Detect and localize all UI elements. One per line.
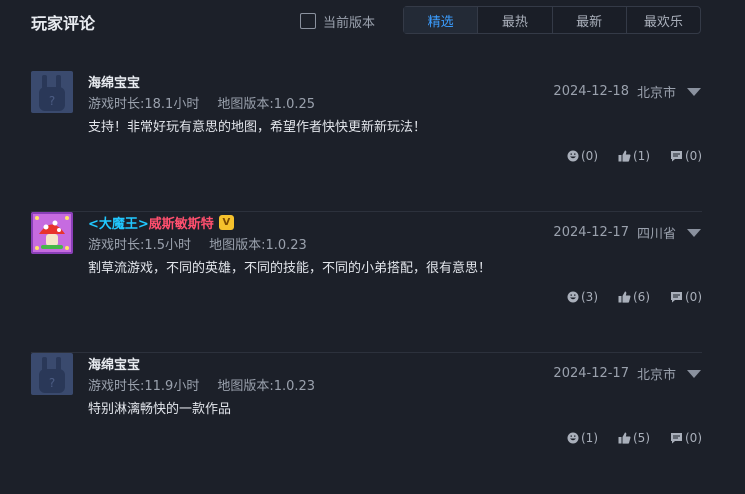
playtime: 游戏时长:1.5小时 — [88, 238, 192, 253]
laugh-button[interactable]: (3) — [567, 290, 598, 304]
comment-stats: (1) (5) (0) — [547, 431, 702, 445]
rabbit-avatar-icon: ? — [31, 71, 73, 113]
user-title: <大魔王> — [88, 216, 149, 232]
laugh-count: (0) — [581, 149, 598, 163]
laugh-icon — [567, 291, 579, 303]
avatar[interactable] — [31, 212, 73, 254]
reply-button[interactable]: (0) — [670, 149, 702, 163]
tab-hottest[interactable]: 最热 — [477, 7, 551, 33]
comment-date: 2024-12-17 — [553, 366, 629, 381]
thumbs-up-icon — [618, 150, 631, 162]
tab-newest[interactable]: 最新 — [551, 7, 626, 33]
tab-funniest[interactable]: 最欢乐 — [625, 7, 700, 33]
map-version: 地图版本:1.0.23 — [217, 379, 316, 394]
comment-text: 支持！非常好玩有意思的地图，希望作者快快更新新玩法！ — [88, 120, 427, 135]
svg-text:?: ? — [49, 376, 55, 390]
reply-count: (0) — [685, 149, 702, 163]
thumbs-up-icon — [618, 432, 631, 444]
tab-featured[interactable]: 精选 — [404, 7, 478, 33]
playtime: 游戏时长:18.1小时 — [88, 97, 200, 112]
chevron-down-icon[interactable] — [686, 228, 702, 238]
checkbox-box[interactable] — [300, 13, 316, 29]
comment-item: <大魔王> 威斯敏斯特 V 游戏时长:1.5小时 地图版本:1.0.23 割草流游戏… — [31, 212, 702, 353]
comment-text: 特别淋漓畅快的一款作品 — [88, 402, 232, 417]
reply-button[interactable]: (0) — [670, 431, 702, 445]
reply-count: (0) — [685, 290, 702, 304]
comment-location: 北京市 — [636, 86, 676, 101]
reply-count: (0) — [685, 431, 702, 445]
laugh-icon — [567, 432, 579, 444]
current-version-checkbox[interactable]: 当前版本 — [300, 11, 375, 31]
laugh-icon — [567, 150, 579, 162]
comment-item: ? 海绵宝宝 游戏时长:18.1小时 地图版本:1.0.25 支持！非常好玩有意思… — [31, 71, 702, 212]
like-count: (5) — [633, 431, 650, 445]
laugh-count: (1) — [581, 431, 598, 445]
comment-info: 2024-12-17 北京市 — [553, 364, 702, 383]
comment-meta: 游戏时长:18.1小时 地图版本:1.0.25 — [88, 93, 315, 112]
svg-text:?: ? — [49, 94, 55, 108]
comment-icon — [671, 151, 682, 162]
vip-badge: V — [218, 214, 234, 230]
comment-location: 四川省 — [636, 227, 676, 242]
like-count: (6) — [633, 290, 650, 304]
like-count: (1) — [633, 149, 650, 163]
user-name[interactable]: 海绵宝宝 — [88, 72, 140, 91]
comment-text: 割草流游戏，不同的英雄，不同的技能，不同的小弟搭配，很有意思！ — [88, 261, 492, 276]
comment-date: 2024-12-17 — [553, 225, 629, 240]
comment-stats: (0) (1) (0) — [547, 149, 702, 163]
thumbs-up-icon — [618, 291, 631, 303]
comment-info: 2024-12-18 北京市 — [553, 82, 702, 101]
laugh-count: (3) — [581, 290, 598, 304]
mushroom-avatar-icon — [31, 212, 73, 254]
comment-meta: 游戏时长:11.9小时 地图版本:1.0.23 — [88, 375, 315, 394]
avatar[interactable]: ? — [31, 353, 73, 395]
reply-button[interactable]: (0) — [670, 290, 702, 304]
chevron-down-icon[interactable] — [686, 87, 702, 97]
comments-header: 玩家评论 当前版本 精选 最热 最新 最欢乐 — [0, 0, 745, 42]
comment-icon — [671, 433, 682, 444]
map-version: 地图版本:1.0.23 — [209, 238, 307, 253]
comment-stats: (3) (6) (0) — [547, 290, 702, 304]
comment-item: ? 海绵宝宝 游戏时长:11.9小时 地图版本:1.0.23 特别淋漓畅快的一款作… — [31, 353, 702, 494]
comment-location: 北京市 — [636, 368, 676, 383]
like-button[interactable]: (5) — [618, 431, 650, 445]
laugh-button[interactable]: (1) — [567, 431, 598, 445]
laugh-button[interactable]: (0) — [567, 149, 598, 163]
rabbit-avatar-icon: ? — [31, 353, 73, 395]
sort-tabs: 精选 最热 最新 最欢乐 — [403, 6, 701, 34]
chevron-down-icon[interactable] — [686, 369, 702, 379]
playtime: 游戏时长:11.9小时 — [88, 379, 200, 394]
user-nickname: 威斯敏斯特 — [148, 216, 214, 232]
avatar[interactable]: ? — [31, 71, 73, 113]
checkbox-label: 当前版本 — [323, 15, 376, 31]
section-title: 玩家评论 — [31, 14, 96, 33]
user-name[interactable]: <大魔王> 威斯敏斯特 V — [88, 213, 234, 232]
comment-icon — [671, 292, 682, 303]
map-version: 地图版本:1.0.25 — [217, 97, 316, 112]
comment-date: 2024-12-18 — [553, 84, 629, 99]
user-name[interactable]: 海绵宝宝 — [88, 354, 140, 373]
like-button[interactable]: (6) — [618, 290, 650, 304]
comment-info: 2024-12-17 四川省 — [553, 223, 702, 242]
comment-meta: 游戏时长:1.5小时 地图版本:1.0.23 — [88, 234, 307, 253]
like-button[interactable]: (1) — [618, 149, 650, 163]
